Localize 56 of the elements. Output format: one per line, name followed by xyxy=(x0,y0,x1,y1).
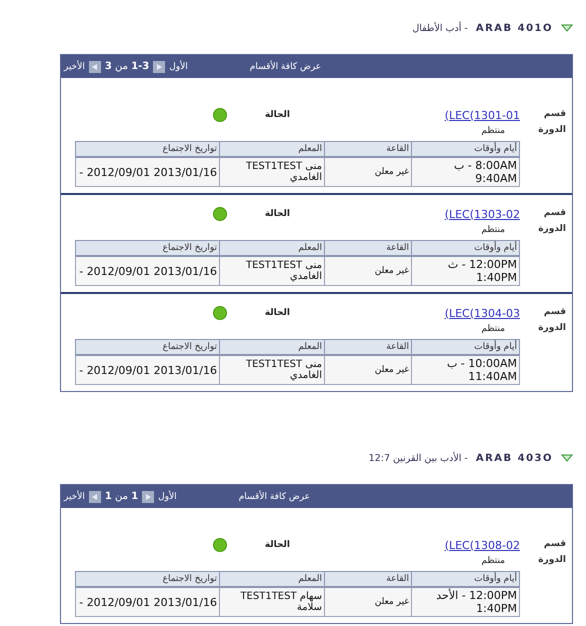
table-cell: - 2012/09/01 2013/01/16 xyxy=(76,256,220,286)
course-title: - الأدب بين القرنين 12:7 xyxy=(368,452,468,464)
column-header: المعلم xyxy=(220,240,324,256)
status-label: الحالة xyxy=(264,209,290,219)
first-link[interactable]: الأول xyxy=(158,492,177,502)
table-cell: - 2012/09/01 2013/01/16 xyxy=(76,587,220,616)
course-title: - أدب الأطفال xyxy=(412,22,468,34)
table-cell: سهام TEST1TEST سلامة xyxy=(220,587,324,616)
collapse-triangle-icon[interactable] xyxy=(561,24,573,32)
table-cell: غير معلن xyxy=(324,587,412,616)
column-header: تواريخ الاجتماع xyxy=(76,240,220,256)
last-link[interactable]: الأخير xyxy=(64,492,85,502)
table-cell: - 2012/09/01 2013/01/16 xyxy=(76,157,220,186)
table-cell: منى TEST1TEST الغامدي xyxy=(220,157,324,186)
show-all-link[interactable]: عرض كافة الأقسام xyxy=(238,492,310,502)
column-header: القاعة xyxy=(324,142,412,157)
section-label: قسم الدورة xyxy=(537,108,566,137)
last-link[interactable]: الأخير xyxy=(64,62,85,72)
table-cell: - 2012/09/01 2013/01/16 xyxy=(76,355,220,384)
column-header: القاعة xyxy=(324,572,412,587)
course-code: ARAB 403O xyxy=(476,452,553,464)
section-link[interactable]: (LEC(1304-03 xyxy=(444,306,520,320)
status-label: الحالة xyxy=(264,110,290,120)
table-cell: منى TEST1TEST الغامدي xyxy=(220,355,324,384)
section-link[interactable]: (LEC(1303-02 xyxy=(444,208,520,220)
column-header: تواريخ الاجتماع xyxy=(76,340,220,355)
first-link[interactable]: الأول xyxy=(169,62,188,72)
section-label: قسم الدورة xyxy=(537,306,566,335)
section-type: منتظم xyxy=(481,126,505,136)
section-link[interactable]: (LEC(1308-02 xyxy=(444,538,520,552)
column-header: المعلم xyxy=(220,572,324,587)
column-header: أيام وأوقات xyxy=(412,572,520,587)
table-cell: غير معلن xyxy=(324,256,412,286)
course-code: ARAB 401O xyxy=(476,22,553,34)
section-type: منتظم xyxy=(481,324,505,334)
table-cell: منى TEST1TEST الغامدي xyxy=(220,256,324,286)
section-link[interactable]: (LEC(1301-01 xyxy=(444,108,520,122)
table-cell: غير معلن xyxy=(324,355,412,384)
column-header: أيام وأوقات xyxy=(412,340,520,355)
section-label: قسم الدورة xyxy=(537,538,566,567)
section-type: منتظم xyxy=(481,556,505,566)
status-label: الحالة xyxy=(264,308,290,318)
table-cell: غير معلن xyxy=(324,157,412,186)
column-header: تواريخ الاجتماع xyxy=(76,142,220,157)
column-header: أيام وأوقات xyxy=(412,142,520,157)
section-type: منتظم xyxy=(481,225,505,235)
status-label: الحالة xyxy=(264,540,290,550)
show-all-link[interactable]: عرض كافة الأقسام xyxy=(250,62,322,72)
section-label: قسم الدورة xyxy=(537,207,566,236)
column-header: القاعة xyxy=(324,340,412,355)
column-header: المعلم xyxy=(220,142,324,157)
column-header: أيام وأوقات xyxy=(412,240,520,256)
collapse-triangle-icon[interactable] xyxy=(561,454,573,462)
column-header: تواريخ الاجتماع xyxy=(76,572,220,587)
column-header: المعلم xyxy=(220,340,324,355)
column-header: القاعة xyxy=(324,240,412,256)
